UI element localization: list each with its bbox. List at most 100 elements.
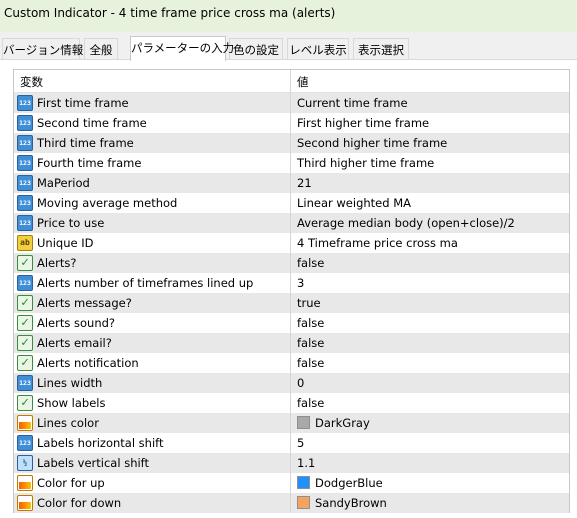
parameter-value[interactable]: 4 Timeframe price cross ma [297, 236, 458, 250]
parameter-row[interactable]: Color for up DodgerBlue [14, 473, 569, 493]
parameter-value-cell[interactable]: 21 [292, 173, 570, 193]
parameter-value-cell[interactable]: false [292, 393, 570, 413]
parameter-row[interactable]: 123 First time frame Current time frame [14, 93, 569, 113]
parameter-row[interactable]: ab Unique ID 4 Timeframe price cross ma [14, 233, 569, 253]
parameter-name: First time frame [37, 96, 129, 110]
parameter-name: Fourth time frame [37, 156, 142, 170]
parameter-value[interactable]: 3 [297, 276, 304, 290]
parameter-name-cell: ✓ Alerts notification [14, 353, 291, 373]
integer-type-icon: 123 [17, 95, 33, 111]
integer-type-icon: 123 [17, 175, 33, 191]
color-type-icon [17, 415, 33, 431]
parameter-value[interactable]: false [297, 356, 324, 370]
parameter-value[interactable]: DodgerBlue [315, 476, 383, 490]
parameter-value[interactable]: false [297, 256, 324, 270]
tab-levels[interactable]: レベル表示 [287, 38, 349, 59]
color-swatch[interactable] [297, 416, 310, 429]
parameter-value[interactable]: Current time frame [297, 96, 408, 110]
parameter-name-cell: Lines color [14, 413, 291, 433]
parameter-value-cell[interactable]: SandyBrown [292, 493, 570, 513]
parameter-value-cell[interactable]: 0 [292, 373, 570, 393]
parameter-name-cell: 123 Moving average method [14, 193, 291, 213]
parameter-row[interactable]: 123 Second time frame First higher time fr… [14, 113, 569, 133]
parameter-row[interactable]: 123 Lines width 0 [14, 373, 569, 393]
parameter-value-cell[interactable]: DodgerBlue [292, 473, 570, 493]
parameter-value[interactable]: Linear weighted MA [297, 196, 411, 210]
grid-header: 変数 値 [14, 70, 569, 93]
parameter-row[interactable]: 123 Price to use Average median body (open… [14, 213, 569, 233]
parameter-value-cell[interactable]: false [292, 313, 570, 333]
parameters-grid: 変数 値 123 First time frame Current time fra… [13, 69, 570, 513]
parameter-name-cell: Color for up [14, 473, 291, 493]
tab-color-settings[interactable]: 色の設定 [229, 38, 283, 59]
parameter-value[interactable]: Second higher time frame [297, 136, 447, 150]
parameter-name: Second time frame [37, 116, 147, 130]
parameter-name-cell: ab Unique ID [14, 233, 291, 253]
parameter-value[interactable]: DarkGray [315, 416, 370, 430]
parameter-value[interactable]: First higher time frame [297, 116, 429, 130]
tab-general[interactable]: 全般 [84, 38, 118, 59]
parameter-row[interactable]: 123 Fourth time frame Third higher time fr… [14, 153, 569, 173]
parameter-row[interactable]: ✓ Alerts sound? false [14, 313, 569, 333]
parameter-row[interactable]: Color for down SandyBrown [14, 493, 569, 513]
parameter-name: Alerts notification [37, 356, 139, 370]
parameter-value-cell[interactable]: false [292, 333, 570, 353]
parameter-value-cell[interactable]: false [292, 353, 570, 373]
parameter-name: Alerts email? [37, 336, 112, 350]
parameter-name-cell: 123 Third time frame [14, 133, 291, 153]
tab-input-parameters[interactable]: パラメーターの入力 [130, 36, 234, 61]
parameter-row[interactable]: Lines color DarkGray [14, 413, 569, 433]
parameter-row[interactable]: 123 Labels horizontal shift 5 [14, 433, 569, 453]
parameter-name: Lines width [37, 376, 103, 390]
parameter-value-cell[interactable]: 4 Timeframe price cross ma [292, 233, 570, 253]
boolean-type-icon: ✓ [17, 355, 33, 371]
parameter-row[interactable]: ✓ Alerts message? true [14, 293, 569, 313]
parameter-value[interactable]: 5 [297, 436, 304, 450]
parameter-value-cell[interactable]: Current time frame [292, 93, 570, 113]
parameter-name-cell: 123 Lines width [14, 373, 291, 393]
parameter-value-cell[interactable]: Third higher time frame [292, 153, 570, 173]
parameter-value-cell[interactable]: Average median body (open+close)/2 [292, 213, 570, 233]
tab-visualization[interactable]: 表示選択 [353, 38, 409, 59]
parameter-value-cell[interactable]: Second higher time frame [292, 133, 570, 153]
color-swatch[interactable] [297, 496, 310, 509]
integer-type-icon: 123 [17, 195, 33, 211]
parameter-value[interactable]: 1.1 [297, 456, 315, 470]
parameter-value[interactable]: Average median body (open+close)/2 [297, 216, 515, 230]
parameter-value[interactable]: false [297, 336, 324, 350]
parameter-name: Third time frame [37, 136, 134, 150]
parameter-value[interactable]: true [297, 296, 321, 310]
parameter-row[interactable]: 123 Third time frame Second higher time fr… [14, 133, 569, 153]
parameter-value[interactable]: 0 [297, 376, 304, 390]
parameter-value[interactable]: Third higher time frame [297, 156, 434, 170]
parameter-value-cell[interactable]: false [292, 253, 570, 273]
color-swatch[interactable] [297, 476, 310, 489]
parameter-value-cell[interactable]: Linear weighted MA [292, 193, 570, 213]
parameter-value-cell[interactable]: First higher time frame [292, 113, 570, 133]
parameter-name-cell: Color for down [14, 493, 291, 513]
parameter-row[interactable]: 123 Alerts number of timeframes lined up 3 [14, 273, 569, 293]
parameter-value-cell[interactable]: 1.1 [292, 453, 570, 473]
parameter-value-cell[interactable]: DarkGray [292, 413, 570, 433]
parameter-row[interactable]: ✓ Alerts notification false [14, 353, 569, 373]
integer-type-icon: 123 [17, 115, 33, 131]
parameter-value[interactable]: false [297, 396, 324, 410]
parameter-value[interactable]: 21 [297, 176, 312, 190]
parameter-name-cell: 123 First time frame [14, 93, 291, 113]
parameter-row[interactable]: 123 Moving average method Linear weighted … [14, 193, 569, 213]
parameter-value-cell[interactable]: true [292, 293, 570, 313]
parameter-row[interactable]: ✓ Alerts? false [14, 253, 569, 273]
tab-version-info[interactable]: バージョン情報 [2, 38, 83, 59]
parameter-value[interactable]: SandyBrown [315, 496, 387, 510]
parameter-row[interactable]: 123 MaPeriod 21 [14, 173, 569, 193]
parameter-name-cell: 123 Fourth time frame [14, 153, 291, 173]
parameter-row[interactable]: ✓ Show labels false [14, 393, 569, 413]
parameter-value-cell[interactable]: 3 [292, 273, 570, 293]
header-value[interactable]: 値 [292, 70, 570, 92]
parameter-row[interactable]: ✓ Alerts email? false [14, 333, 569, 353]
parameter-row[interactable]: ½ Labels vertical shift 1.1 [14, 453, 569, 473]
parameter-value-cell[interactable]: 5 [292, 433, 570, 453]
parameter-value[interactable]: false [297, 316, 324, 330]
parameter-name: Show labels [37, 396, 106, 410]
header-variable[interactable]: 変数 [14, 70, 291, 92]
